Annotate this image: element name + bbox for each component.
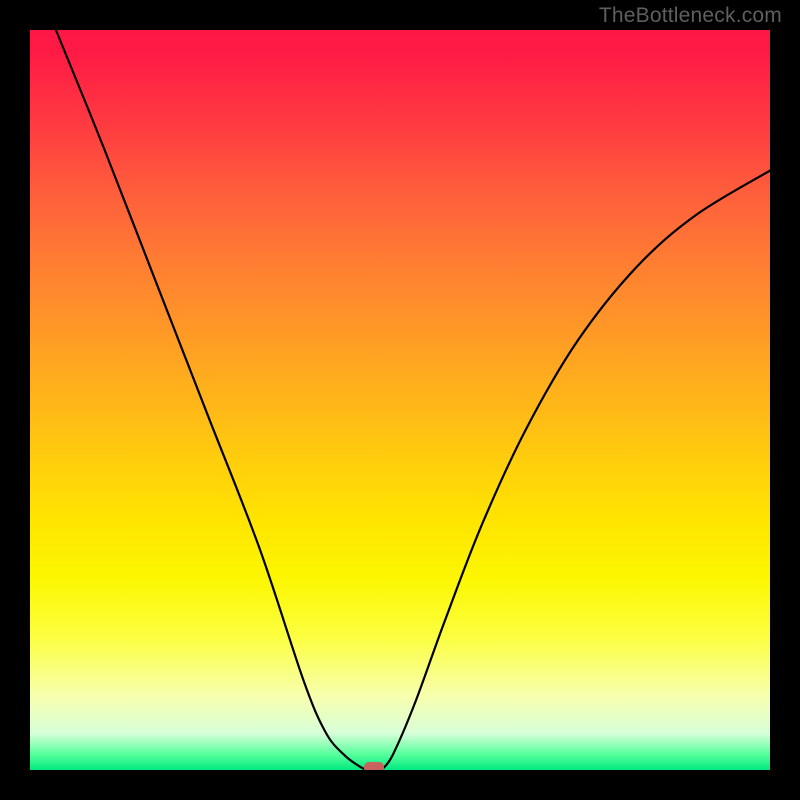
watermark-text: TheBottleneck.com [599,4,782,28]
curve-right-branch [382,171,771,770]
bottleneck-curve [30,30,770,770]
minimum-marker [364,762,384,770]
curve-left-branch [56,30,367,770]
plot-area [30,30,770,770]
